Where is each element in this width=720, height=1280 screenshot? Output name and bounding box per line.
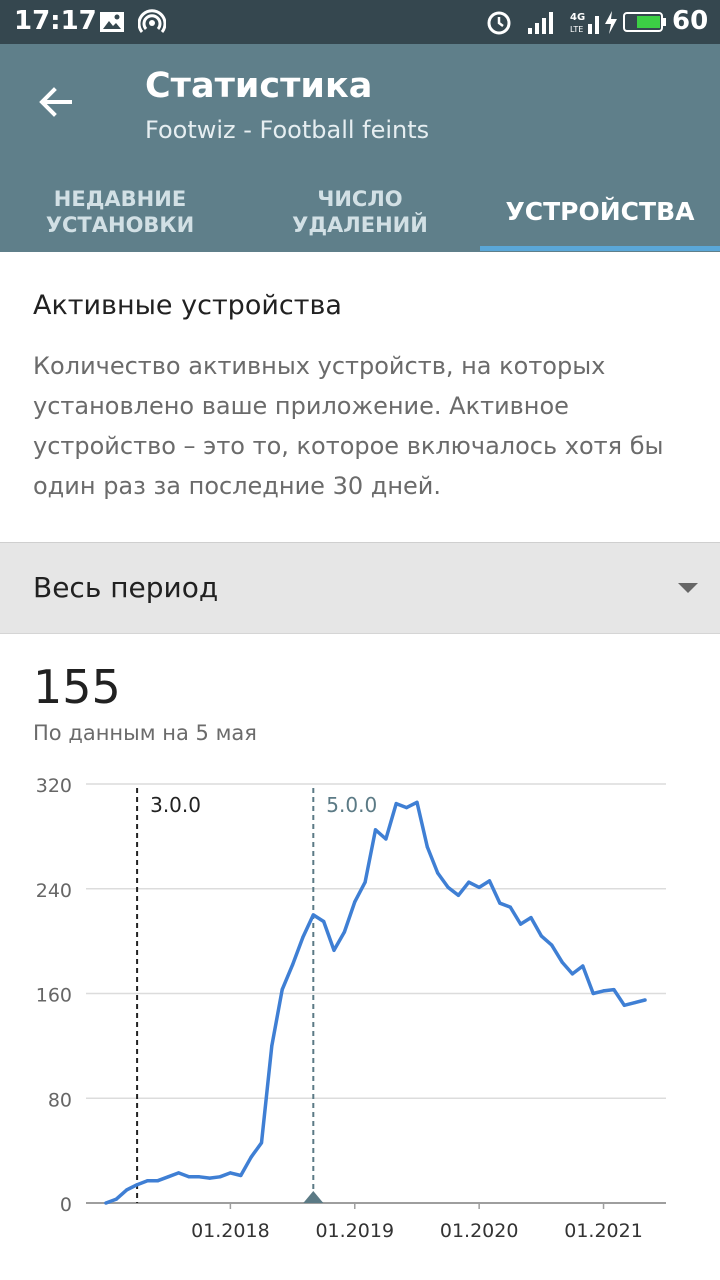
card-description: Количество активных устройств, на которы… [33,352,664,500]
status-time: 17:17 [14,6,97,36]
alarm-icon [487,11,511,35]
data-point [187,1175,191,1179]
x-tick-label: 01.2018 [191,1220,270,1242]
data-point [643,998,647,1002]
release-marker-label: 5.0.0 [326,793,377,817]
data-point [622,1003,626,1007]
tab-recent-installs[interactable]: НЕДАВНИЕ УСТАНОВКИ [0,176,240,248]
data-point [301,935,305,939]
svg-text:LTE: LTE [570,25,583,34]
data-point [415,800,419,804]
image-icon [100,12,124,32]
tab-label: НЕДАВНИЕ УСТАНОВКИ [45,187,195,237]
data-point [539,934,543,938]
data-point [373,828,378,832]
data-point [197,1175,201,1179]
data-point [633,1001,637,1005]
data-point [477,885,481,890]
data-point [508,905,512,909]
data-point [228,1171,232,1175]
data-point [218,1175,222,1179]
data-point [456,893,460,897]
data-point [601,989,606,993]
x-tick-label: 01.2021 [564,1220,643,1242]
data-as-of: По данным на 5 мая [33,721,257,745]
data-point [208,1176,212,1180]
card-title: Активные устройства [33,290,342,321]
data-point [342,930,346,934]
arrow-left-icon[interactable] [36,82,76,122]
active-devices-chart: 0 80 160 240 320 01.2018 01.2019 01.2020 01.2021… [36,775,666,1242]
data-point [498,901,502,905]
app-name-subtitle: Footwiz - Football feints [145,116,430,144]
data-point [353,900,357,904]
data-point [612,988,616,992]
data-point [125,1188,129,1192]
status-bar: 17:17 4G LTE 60 [0,0,720,44]
data-point [560,960,564,964]
data-point [550,943,554,947]
info-card: Активные устройства Количество активных … [0,256,720,540]
tab-label: ЧИСЛО УДАЛЕНИЙ [292,187,428,237]
hotspot-icon [138,9,166,33]
data-point [467,880,471,884]
data-point [166,1175,170,1179]
tab-indicator [480,246,720,251]
data-point [581,964,585,968]
data-point [519,922,523,926]
tab-devices[interactable]: УСТРОЙСТВА [480,176,720,248]
y-tick-label: 80 [48,1089,72,1111]
series-line [104,800,647,1205]
y-tick-label: 160 [36,985,72,1007]
period-selector[interactable]: Весь период [0,542,720,634]
battery-icon [623,12,666,32]
data-point [114,1197,118,1201]
data-point [322,919,326,924]
data-point [239,1173,243,1178]
data-point [291,963,295,967]
data-point [104,1201,108,1205]
data-point [270,1044,274,1048]
tab-uninstalls[interactable]: ЧИСЛО УДАЛЕНИЙ [240,176,480,248]
charging-icon [605,11,617,34]
data-point [145,1179,150,1183]
signal-icon [528,12,553,34]
data-point [570,972,575,976]
x-tick-label: 01.2020 [440,1220,519,1242]
data-point [156,1179,160,1183]
data-point [487,879,492,883]
app-bar: Статистика Footwiz - Football feints НЕД… [0,44,720,252]
data-point [249,1155,253,1159]
release-marker-triangle [303,1191,324,1203]
data-point [259,1141,264,1145]
release-marker-label: 3.0.0 [150,793,201,817]
data-point [529,916,533,920]
lte-icon: 4G LTE [570,12,599,34]
battery-percent: 60 [672,6,709,36]
data-point [177,1171,181,1175]
tab-label: УСТРОЙСТВА [505,197,695,226]
page-title: Статистика [145,66,373,106]
data-point [135,1183,139,1187]
y-tick-label: 320 [36,775,72,797]
data-point [446,885,450,890]
data-point [280,988,284,992]
data-point [363,880,367,884]
period-selected-value: Весь период [33,571,219,604]
y-tick-label: 0 [60,1194,72,1216]
data-point [425,845,429,849]
data-point [394,802,398,806]
data-point [384,837,388,841]
data-point [332,948,336,952]
svg-text:4G: 4G [570,12,585,23]
data-point [405,806,409,810]
data-point [311,913,315,917]
dropdown-arrow-icon [678,583,698,593]
data-point [591,991,595,996]
y-tick-label: 240 [36,880,72,902]
active-devices-count: 155 [33,660,121,714]
x-tick-label: 01.2019 [315,1220,394,1242]
data-point [436,871,440,875]
